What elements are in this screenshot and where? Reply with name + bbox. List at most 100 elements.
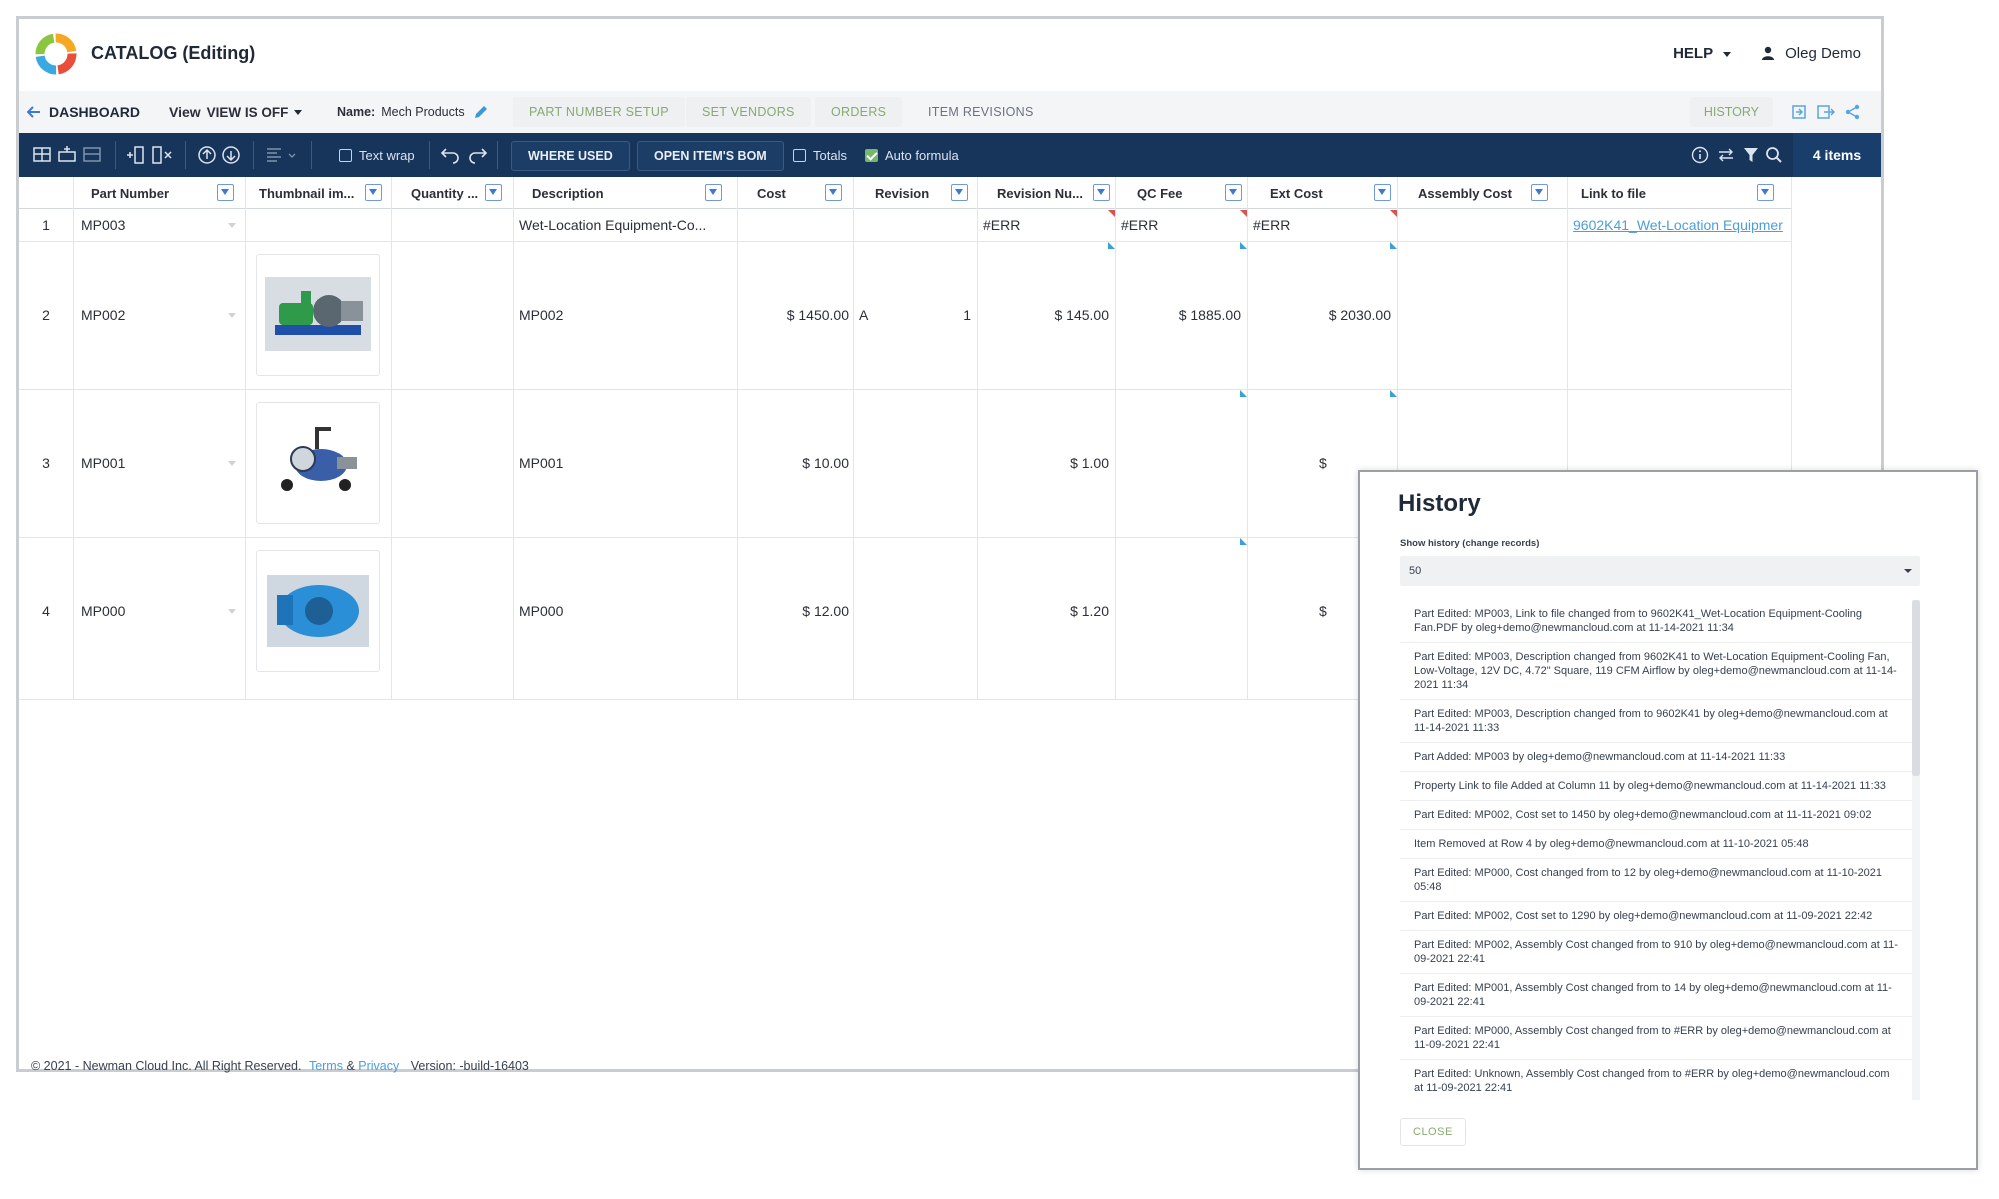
where-used-button[interactable]: WHERE USED (511, 141, 630, 171)
move-down-icon[interactable] (221, 145, 241, 165)
caret-icon[interactable] (228, 609, 236, 614)
text-wrap-checkbox[interactable] (339, 148, 352, 162)
tab-set-vendors[interactable]: SET VENDORS (686, 97, 811, 127)
history-record: Part Edited: MP002, Cost set to 1290 by … (1400, 902, 1912, 931)
tab-orders[interactable]: ORDERS (815, 97, 903, 127)
pencil-icon[interactable] (473, 104, 489, 120)
view-selector[interactable]: View VIEW IS OFF (169, 91, 303, 133)
column-header[interactable]: QC Fee (1137, 177, 1183, 209)
info-icon[interactable] (1691, 146, 1709, 164)
close-button[interactable]: CLOSE (1400, 1118, 1466, 1146)
description-cell[interactable]: MP000 (519, 537, 563, 685)
history-record: Part Edited: MP002, Cost set to 1450 by … (1400, 801, 1912, 830)
description-cell[interactable]: MP002 (519, 241, 563, 389)
column-filter-icon[interactable] (705, 184, 722, 201)
share-icon[interactable] (1845, 104, 1861, 120)
thumbnail-image[interactable] (256, 402, 380, 524)
column-filter-icon[interactable] (485, 184, 502, 201)
cost-cell[interactable]: $ 1450.00 (737, 241, 849, 389)
qc-fee-cell[interactable]: #ERR (983, 209, 1020, 241)
column-header[interactable]: Assembly Cost (1418, 177, 1512, 209)
export-icon[interactable] (1817, 104, 1835, 120)
search-icon[interactable] (1765, 146, 1783, 164)
totals-toggle[interactable]: Totals (793, 133, 847, 177)
column-filter-icon[interactable] (365, 184, 382, 201)
open-bom-button[interactable]: OPEN ITEM'S BOM (637, 141, 784, 171)
help-menu[interactable]: HELP (1673, 45, 1731, 62)
ext-cost-cell[interactable]: #ERR (1121, 209, 1158, 241)
text-wrap-toggle[interactable]: Text wrap (339, 133, 415, 177)
tab-item-revisions[interactable]: ITEM REVISIONS (912, 97, 1050, 127)
column-header[interactable]: Cost (757, 177, 786, 209)
column-filter-icon[interactable] (217, 184, 234, 201)
ext-cost-cell[interactable]: $ (1319, 537, 1327, 685)
part-number-cell[interactable]: MP000 (81, 537, 125, 685)
terms-link[interactable]: Terms (309, 1059, 343, 1073)
ext-cost-cell[interactable]: $ 1885.00 (1115, 241, 1241, 389)
assembly-cost-cell[interactable]: $ 2030.00 (1247, 241, 1391, 389)
auto-formula-checkbox[interactable] (865, 148, 878, 162)
history-button[interactable]: HISTORY (1689, 97, 1773, 127)
column-header[interactable]: Revision Nu... (997, 177, 1083, 209)
column-header[interactable]: Thumbnail im... (259, 177, 354, 209)
row-number: 1 (42, 217, 50, 233)
thumbnail-image[interactable] (256, 254, 380, 376)
undo-redo-icons[interactable] (439, 145, 489, 165)
caret-icon[interactable] (228, 313, 236, 318)
filter-icon[interactable] (1743, 146, 1759, 164)
column-header[interactable]: Link to file (1581, 177, 1646, 209)
column-header[interactable]: Ext Cost (1270, 177, 1323, 209)
user-menu[interactable]: Oleg Demo (1761, 45, 1861, 62)
history-list[interactable]: Part Edited: MP003, Link to file changed… (1400, 600, 1912, 1100)
scrollbar-thumb[interactable] (1912, 600, 1920, 776)
insert-row-icons[interactable] (33, 145, 103, 165)
footer: © 2021 - Newman Cloud Inc. All Right Res… (31, 1059, 529, 1073)
column-header[interactable]: Quantity ... (411, 177, 478, 209)
description-cell[interactable]: Wet-Location Equipment-Co... (519, 209, 706, 241)
tab-part-number-setup[interactable]: PART NUMBER SETUP (513, 97, 685, 127)
insert-column-icons[interactable] (125, 145, 175, 165)
column-filter-icon[interactable] (1374, 184, 1391, 201)
swap-icon[interactable] (1717, 146, 1735, 164)
part-number-cell[interactable]: MP001 (81, 389, 125, 537)
scrollbar[interactable] (1912, 600, 1920, 1100)
history-record: Part Edited: Unknown, Assembly Cost chan… (1400, 1060, 1912, 1100)
thumbnail-image[interactable] (256, 550, 380, 672)
description-cell[interactable]: MP001 (519, 389, 563, 537)
row-number: 2 (42, 307, 50, 323)
revision-number-cell[interactable]: 1 (853, 241, 971, 389)
history-count-select[interactable]: 50 (1400, 556, 1920, 586)
assembly-cost-cell[interactable]: #ERR (1253, 209, 1290, 241)
column-filter-icon[interactable] (1093, 184, 1110, 201)
column-filter-icon[interactable] (1757, 184, 1774, 201)
part-number-cell[interactable]: MP003 (81, 209, 125, 241)
history-record: Part Edited: MP000, Cost changed from to… (1400, 859, 1912, 902)
column-filter-icon[interactable] (951, 184, 968, 201)
qc-fee-cell[interactable]: $ 1.00 (977, 389, 1109, 537)
move-up-icon[interactable] (197, 145, 217, 165)
column-filter-icon[interactable] (1225, 184, 1242, 201)
privacy-link[interactable]: Privacy (358, 1059, 399, 1073)
qc-fee-cell[interactable]: $ 145.00 (977, 241, 1110, 389)
chevron-down-icon (294, 109, 303, 115)
totals-checkbox[interactable] (793, 148, 806, 162)
ext-cost-cell[interactable]: $ (1319, 389, 1327, 537)
link-to-file[interactable]: 9602K41_Wet-Location Equipmer (1573, 209, 1783, 241)
column-header[interactable]: Description (532, 177, 604, 209)
column-filter-icon[interactable] (825, 184, 842, 201)
qc-fee-cell[interactable]: $ 1.20 (977, 537, 1109, 685)
cost-cell[interactable]: $ 12.00 (737, 537, 849, 685)
dashboard-link[interactable]: DASHBOARD (27, 91, 140, 133)
caret-icon[interactable] (228, 223, 236, 228)
caret-icon[interactable] (228, 461, 236, 466)
column-filter-icon[interactable] (1531, 184, 1548, 201)
column-header[interactable]: Revision (875, 177, 929, 209)
auto-formula-toggle[interactable]: Auto formula (865, 133, 959, 177)
cost-cell[interactable]: $ 10.00 (737, 389, 849, 537)
column-header[interactable]: Part Number (91, 177, 169, 209)
part-number-cell[interactable]: MP002 (81, 241, 125, 389)
import-icon[interactable] (1791, 104, 1807, 120)
app-logo-icon[interactable] (33, 31, 79, 77)
align-icon[interactable] (265, 145, 301, 165)
history-record: Part Edited: MP002, Assembly Cost change… (1400, 931, 1912, 974)
